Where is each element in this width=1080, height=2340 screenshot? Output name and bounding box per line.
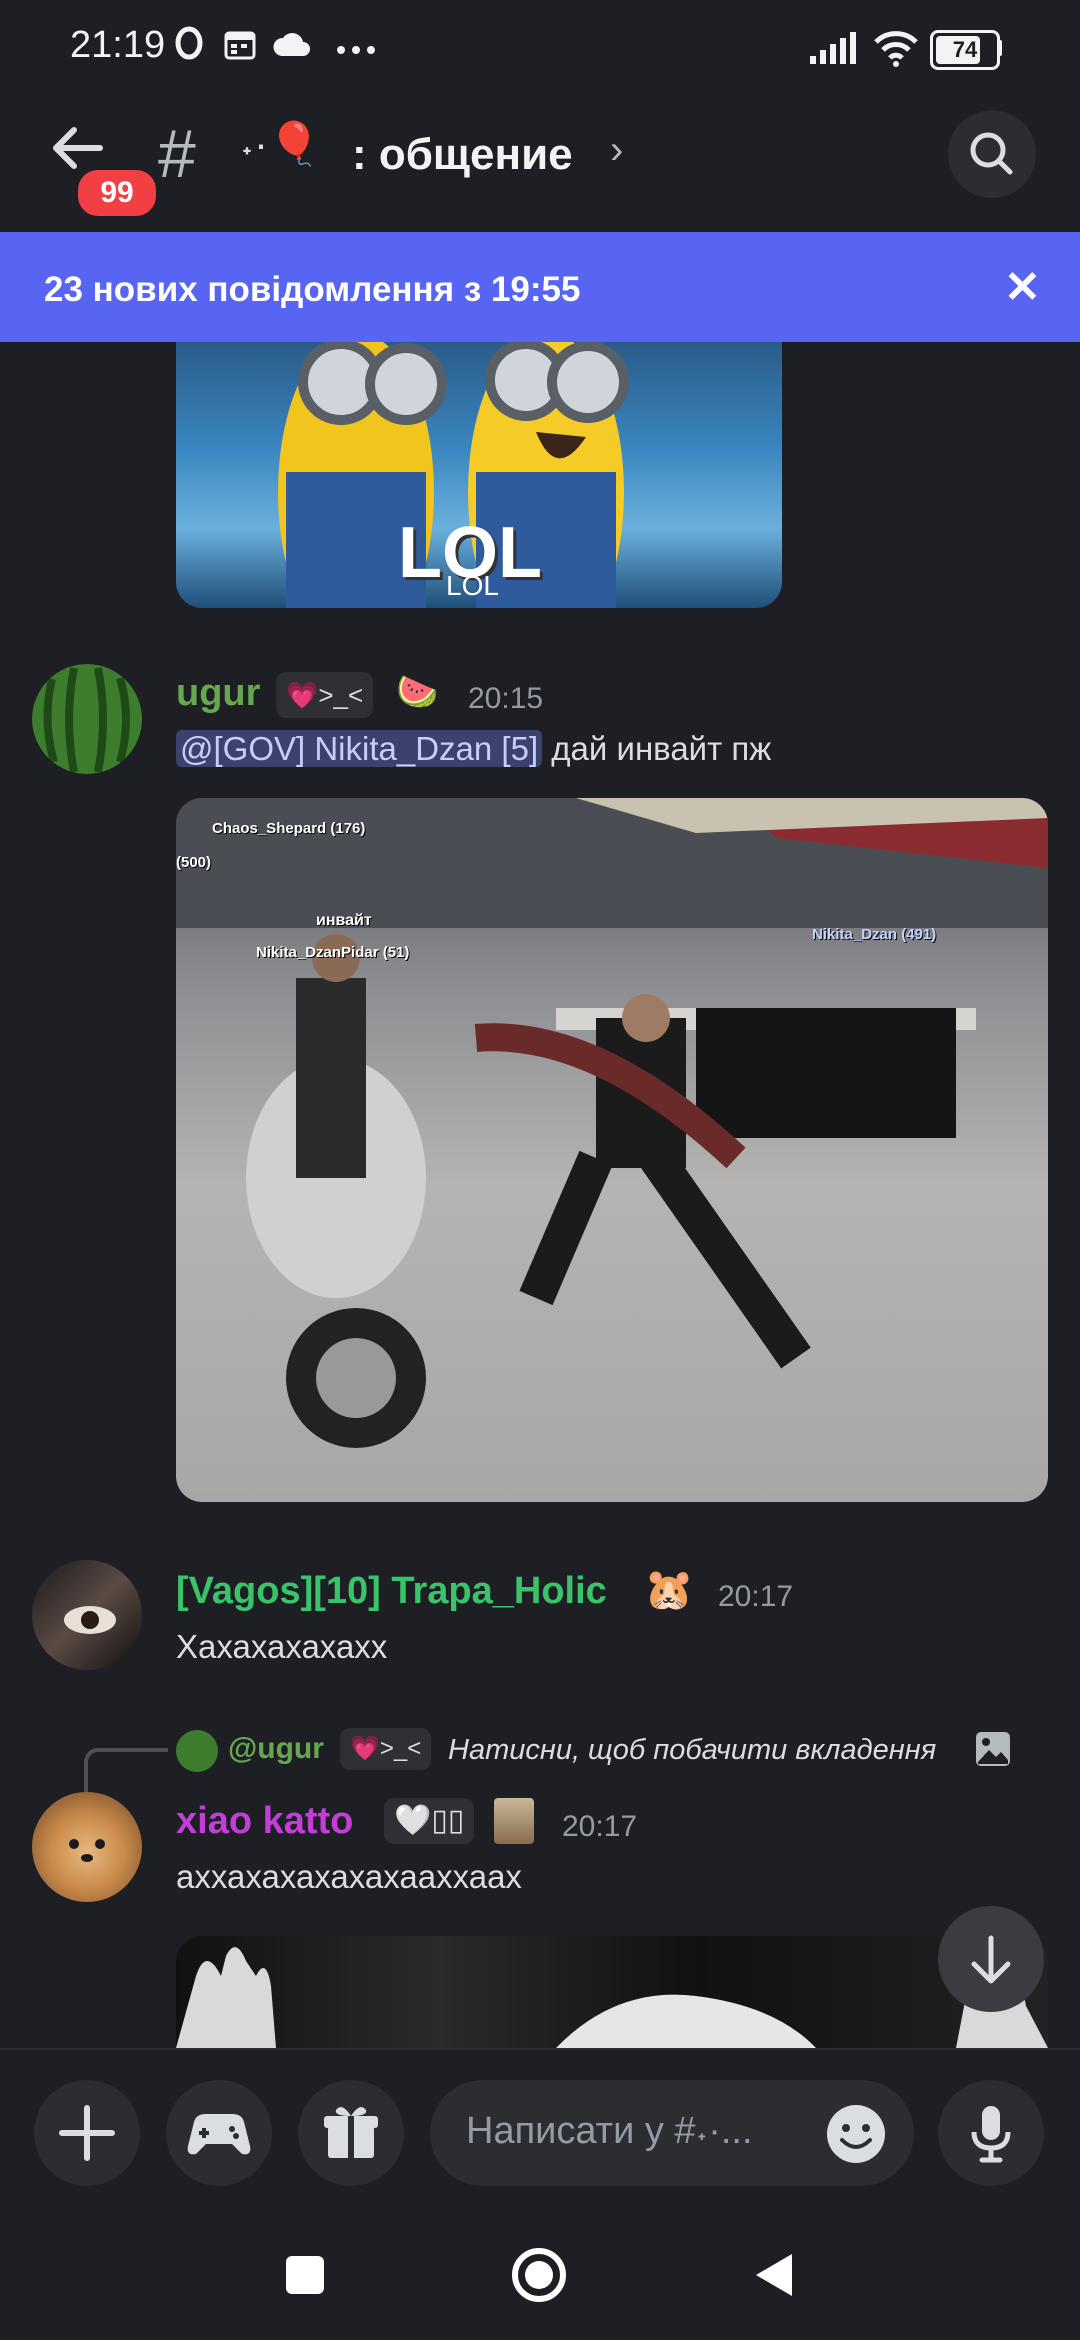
avatar[interactable] <box>32 1792 142 1902</box>
triangle-back-icon <box>756 2254 792 2296</box>
home-button[interactable] <box>510 2246 568 2309</box>
player-label: Nikita_Dzan (491) <box>812 926 937 943</box>
close-icon[interactable]: ✕ <box>1004 262 1041 313</box>
player-label: Chaos_Shepard (176) <box>212 820 366 837</box>
calendar-icon <box>224 30 256 65</box>
guild-tag-image <box>494 1798 534 1844</box>
reply-preview[interactable]: Натисни, щоб побачити вкладення <box>448 1734 936 1767</box>
timestamp: 20:15 <box>468 682 544 715</box>
username[interactable]: xiao katto <box>176 1800 353 1843</box>
gift-button[interactable] <box>298 2080 404 2186</box>
timestamp: 20:17 <box>718 1580 794 1613</box>
arrow-down-icon <box>971 1935 1011 1984</box>
message-text: @[GOV] Nikita_Dzan [5] дай инвайт пж <box>176 730 771 768</box>
username[interactable]: [Vagos][10] Trapa_Holic <box>176 1570 607 1613</box>
chevron-right-icon[interactable]: › <box>610 128 623 173</box>
opera-icon <box>174 26 204 68</box>
cloud-icon <box>272 32 312 63</box>
channel-title[interactable]: : общение <box>352 130 573 180</box>
more-notifications-icon <box>336 42 376 60</box>
status-time: 21:19 <box>70 24 166 66</box>
message-text: Хахахахахахх <box>176 1628 388 1665</box>
circle-icon <box>512 2248 566 2302</box>
player-label: (500) <box>176 854 212 871</box>
wifi-icon <box>872 28 920 73</box>
game-screenshot[interactable]: Chaos_Shepard (176) (500) инвайт Nikita_… <box>176 798 1048 1502</box>
unread-badge: 99 <box>74 166 160 220</box>
hamster-emoji: 🐹 <box>644 1568 694 1612</box>
username[interactable]: ugur <box>176 672 260 715</box>
text-channel-icon: # <box>158 116 196 192</box>
reply-connector <box>84 1748 168 1792</box>
search-icon <box>970 132 1013 175</box>
message-body: дай инвайт пж <box>542 730 772 767</box>
user-mention[interactable]: @[GOV] Nikita_Dzan [5] <box>176 730 543 767</box>
emoji-button[interactable] <box>824 2102 888 2171</box>
timestamp: 20:17 <box>562 1810 638 1843</box>
chat-bubble-label: инвайт <box>316 912 372 929</box>
channel-emoji: ˖·🎈 <box>240 120 321 167</box>
watermelon-avatar-icon <box>32 664 142 774</box>
gift-icon <box>324 2107 378 2158</box>
new-messages-text[interactable]: 23 нових повідомлення з 19:55 <box>44 270 580 310</box>
watermelon-emoji: 🍉 <box>396 673 439 711</box>
player-label: Nikita_DzanPidar (51) <box>256 944 410 961</box>
signal-icon <box>808 30 860 71</box>
plus-icon <box>59 2105 115 2161</box>
avatar[interactable] <box>32 1560 142 1670</box>
message-text: аххахахахахахааххаах <box>176 1858 522 1895</box>
message-input-placeholder[interactable]: Написати у #˖·... <box>466 2110 753 2153</box>
back-nav-button[interactable] <box>752 2250 796 2305</box>
search-button[interactable] <box>948 110 1036 198</box>
avatar[interactable] <box>32 664 142 774</box>
add-attachment-button[interactable] <box>34 2080 140 2186</box>
battery-icon: 74 <box>930 30 1000 70</box>
reply-avatar <box>176 1730 218 1772</box>
image-attachment-icon <box>974 1730 1012 1773</box>
square-icon <box>286 2256 324 2294</box>
reply-user-tag: 💗>_< <box>340 1728 432 1770</box>
activities-button[interactable] <box>166 2080 272 2186</box>
recents-button[interactable] <box>284 2254 326 2301</box>
microphone-icon <box>971 2106 1011 2163</box>
gamepad-icon <box>187 2114 251 2155</box>
battery-tip <box>997 40 1002 56</box>
battery-level: 74 <box>952 37 978 62</box>
minions-gif[interactable]: LOL LOL <box>176 332 782 652</box>
voice-message-button[interactable] <box>938 2080 1044 2186</box>
user-tag[interactable]: 💗>_< <box>276 672 374 718</box>
image-attachment[interactable] <box>176 1936 1048 2048</box>
lol-small-caption: LOL <box>446 570 499 601</box>
jump-to-present-button[interactable] <box>938 1906 1044 2012</box>
smiley-icon <box>827 2105 885 2163</box>
user-tag[interactable]: 🤍▯▯ <box>384 1798 475 1844</box>
reply-username[interactable]: @ugur <box>228 1732 324 1766</box>
